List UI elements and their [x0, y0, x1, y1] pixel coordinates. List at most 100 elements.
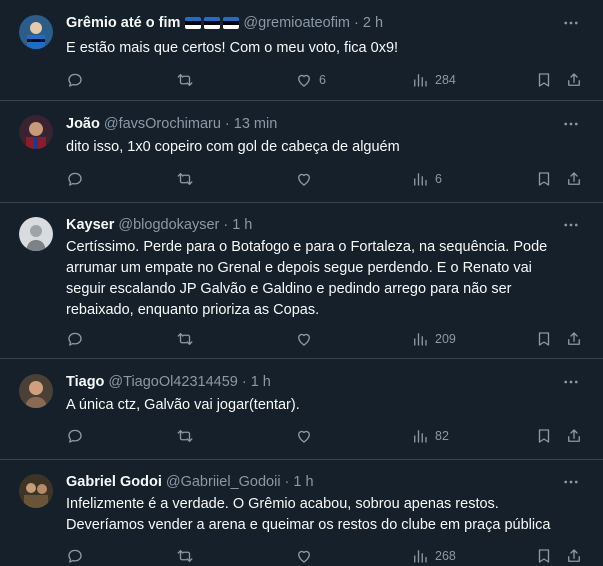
share-button[interactable] [565, 169, 583, 189]
timestamp[interactable]: 2 h [363, 15, 383, 31]
tweet[interactable]: Grêmio até o fim @gremioateofim · 2 h E … [0, 0, 603, 101]
more-options-icon[interactable] [561, 472, 581, 492]
reply-button[interactable] [66, 70, 90, 90]
tweet-actions: 6 284 [66, 70, 583, 90]
separator: · [354, 15, 359, 31]
share-button[interactable] [565, 426, 583, 446]
author-handle[interactable]: @TiagoOl42314459 [108, 374, 237, 390]
views-button[interactable]: 209 [411, 329, 456, 349]
author-name[interactable]: Kayser [66, 217, 114, 233]
share-icon [568, 429, 580, 442]
bookmark-icon [538, 332, 550, 346]
heart-icon [298, 74, 310, 87]
view-count: 284 [435, 73, 456, 87]
retweet-button[interactable] [176, 426, 200, 446]
author-handle[interactable]: @favsOrochimaru [104, 116, 221, 132]
more-options-icon[interactable] [561, 215, 581, 235]
tweet-text: Certíssimo. Perde para o Botafogo e para… [66, 239, 548, 318]
flag-icon [204, 17, 221, 29]
separator: · [241, 374, 247, 390]
heart-icon [298, 173, 310, 186]
like-button[interactable]: 6 [295, 70, 326, 90]
reply-icon [68, 332, 82, 346]
tweet[interactable]: João @favsOrochimaru · 13 min dito isso,… [0, 101, 603, 203]
reply-button[interactable] [66, 426, 90, 446]
author-name[interactable]: João [66, 116, 100, 132]
views-icon [414, 74, 427, 87]
heart-icon [298, 430, 310, 443]
share-icon [568, 332, 580, 345]
tweet-feed: Grêmio até o fim @gremioateofim · 2 h E … [0, 0, 603, 563]
avatar[interactable] [19, 217, 53, 251]
avatar[interactable] [19, 15, 53, 49]
flag-icon [223, 17, 240, 29]
share-button[interactable] [565, 70, 583, 90]
more-options-icon[interactable] [561, 372, 581, 392]
retweet-button[interactable] [176, 546, 200, 566]
avatar[interactable] [19, 374, 53, 408]
tweet-actions: 268 [66, 546, 583, 566]
tweet-header: João @favsOrochimaru · 13 min [66, 114, 277, 134]
tweet-header: Grêmio até o fim @gremioateofim · 2 h [66, 13, 383, 33]
bookmark-button[interactable] [535, 426, 553, 446]
timestamp[interactable]: 1 h [232, 217, 252, 233]
retweet-icon [177, 173, 193, 185]
reply-icon [68, 549, 82, 563]
author-name[interactable]: Tiago [66, 374, 104, 390]
author-name[interactable]: Gabriel Godoi [66, 474, 162, 490]
retweet-button[interactable] [176, 70, 200, 90]
like-button[interactable] [295, 169, 319, 189]
tweet[interactable]: Kayser @blogdokayser · 1 h Certíssimo. P… [0, 203, 603, 359]
author-handle[interactable]: @blogdokayser [118, 217, 219, 233]
bookmark-button[interactable] [535, 70, 553, 90]
views-button[interactable]: 284 [411, 70, 456, 90]
tweet-header: Tiago @TiagoOl42314459 · 1 h [66, 372, 271, 392]
view-count: 82 [435, 429, 449, 443]
avatar[interactable] [19, 474, 53, 508]
share-button[interactable] [565, 546, 583, 566]
author-name[interactable]: Grêmio até o fim [66, 15, 180, 31]
views-button[interactable]: 268 [411, 546, 456, 566]
tweet-text: dito isso, 1x0 copeiro com gol de cabeça… [66, 139, 400, 155]
like-button[interactable] [295, 546, 319, 566]
bookmark-icon [538, 429, 550, 443]
avatar[interactable] [19, 115, 53, 149]
tweet[interactable]: Tiago @TiagoOl42314459 · 1 h A única ctz… [0, 359, 603, 460]
tweet[interactable]: Gabriel Godoi @Gabriiel_Godoii · 1 h Inf… [0, 460, 603, 563]
more-options-icon[interactable] [561, 13, 581, 33]
heart-icon [298, 550, 310, 563]
views-button[interactable]: 82 [411, 426, 449, 446]
author-handle[interactable]: @Gabriiel_Godoii [166, 474, 281, 490]
tweet-text: Infelizmente é a verdade. O Grêmio acabo… [66, 496, 551, 533]
views-button[interactable]: 6 [411, 169, 442, 189]
retweet-button[interactable] [176, 169, 200, 189]
views-icon [414, 430, 427, 443]
like-button[interactable] [295, 426, 319, 446]
reply-icon [68, 172, 82, 186]
tweet-actions: 209 [66, 329, 583, 349]
separator: · [223, 217, 229, 233]
views-icon [414, 173, 427, 186]
more-options-icon[interactable] [561, 114, 581, 134]
retweet-button[interactable] [176, 329, 200, 349]
retweet-icon [177, 333, 193, 345]
views-icon [414, 333, 427, 346]
flag-icon [185, 17, 202, 29]
tweet-text: E estão mais que certos! Com o meu voto,… [66, 40, 399, 56]
retweet-icon [177, 74, 193, 86]
bookmark-button[interactable] [535, 546, 553, 566]
bookmark-button[interactable] [535, 329, 553, 349]
share-button[interactable] [565, 329, 583, 349]
view-count: 209 [435, 332, 456, 346]
timestamp[interactable]: 13 min [234, 116, 278, 132]
share-icon [568, 549, 580, 562]
like-button[interactable] [295, 329, 319, 349]
timestamp[interactable]: 1 h [251, 374, 271, 390]
bookmark-button[interactable] [535, 169, 553, 189]
share-icon [568, 73, 580, 86]
reply-button[interactable] [66, 329, 90, 349]
reply-button[interactable] [66, 546, 90, 566]
timestamp[interactable]: 1 h [293, 474, 313, 490]
reply-button[interactable] [66, 169, 90, 189]
author-handle[interactable]: @gremioateofim [243, 15, 350, 31]
